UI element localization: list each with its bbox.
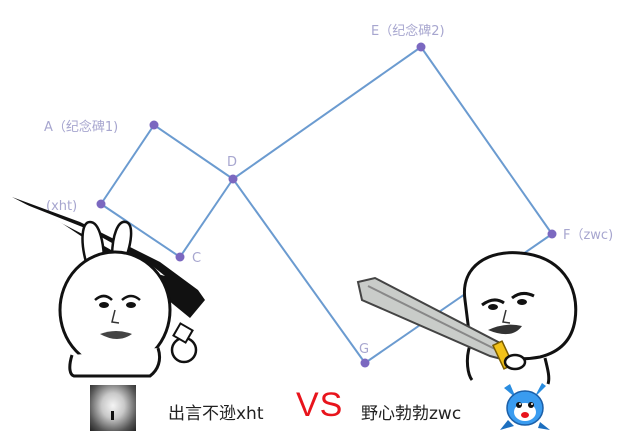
node-A [149,120,159,130]
node-label-A: A（纪念碑1) [44,119,118,135]
node-E [416,42,426,52]
node-label-D: D [227,155,237,170]
node-label-C: C [192,251,201,266]
edge-A-D [153,124,234,180]
battle-map-canvas: A（纪念碑1)(xht)CDE（纪念碑2)F（zwc)G [12,23,613,385]
right-player-name: 野心勃勃zwc [361,404,462,424]
node-F [547,229,557,239]
edge-A-B [100,124,155,205]
edge-D-E [232,46,422,180]
blue-cartoon-character-icon [500,383,550,430]
node-label-G: G [359,342,369,357]
edge-D-G [232,178,366,364]
silhouette-figure [111,411,114,420]
left-player-avatar [90,385,136,431]
panda-head-meme-with-sword-icon [356,251,578,385]
edge-C-D [179,178,234,258]
node-label-E: E（纪念碑2) [371,23,445,39]
bunny-meme-with-sword-icon [12,197,205,378]
vs-label: VS [296,386,344,424]
right-player-avatar [500,383,550,430]
node-D [228,174,238,184]
node-label-F: F（zwc) [563,228,613,243]
edge-E-F [420,46,553,235]
node-B [96,199,106,209]
node-C [175,252,185,262]
node-G [360,358,370,368]
left-player-name: 出言不逊xht [168,404,264,424]
